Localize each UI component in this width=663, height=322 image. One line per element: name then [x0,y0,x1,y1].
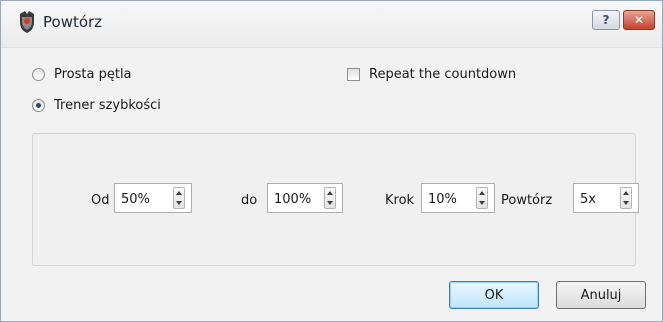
repeat-countdown-label: Repeat the countdown [369,67,517,82]
radio-button[interactable] [32,68,45,81]
app-icon [20,11,34,33]
help-button[interactable]: ? [592,10,620,30]
repeat-label: Powtórz [501,193,553,208]
cancel-button[interactable]: Anuluj [556,281,646,309]
step-label: Krok [385,193,415,208]
window-title: Powtórz [43,13,103,31]
to-spinbox[interactable]: 100% [267,183,343,213]
arrow-up-icon[interactable] [479,191,485,195]
dialog-window: Powtórz ? ✕ Prosta pętla Trener szybkośc… [0,0,663,322]
step-spin-arrows[interactable] [476,187,488,209]
from-spinbox[interactable]: 50% [114,183,192,213]
repeat-spin-arrows[interactable] [620,187,632,209]
radio-simple-loop-label: Prosta pętla [54,67,132,82]
from-label: Od [91,193,110,208]
arrow-up-icon[interactable] [176,191,182,195]
arrow-up-icon[interactable] [327,191,333,195]
step-value[interactable]: 10% [428,192,457,207]
to-label: do [241,193,258,208]
arrow-down-icon[interactable] [176,201,182,205]
repeat-countdown-checkbox[interactable] [347,68,360,81]
to-value[interactable]: 100% [274,192,311,207]
to-spin-arrows[interactable] [324,187,336,209]
title-bar: Powtórz ? ✕ [1,1,662,48]
repeat-spinbox[interactable]: 5x [573,183,639,213]
arrow-down-icon[interactable] [623,201,629,205]
arrow-down-icon[interactable] [479,201,485,205]
repeat-value[interactable]: 5x [580,192,596,207]
from-value[interactable]: 50% [121,192,150,207]
repeat-countdown-checkbox-row[interactable]: Repeat the countdown [347,67,516,82]
from-spin-arrows[interactable] [173,187,185,209]
close-button[interactable]: ✕ [623,10,655,30]
radio-button[interactable] [32,99,45,112]
radio-speed-trainer-label: Trener szybkości [54,98,161,113]
arrow-up-icon[interactable] [623,191,629,195]
ok-button[interactable]: OK [449,281,539,309]
radio-speed-trainer[interactable]: Trener szybkości [32,98,161,113]
arrow-down-icon[interactable] [327,201,333,205]
radio-simple-loop[interactable]: Prosta pętla [32,67,132,82]
step-spinbox[interactable]: 10% [421,183,495,213]
